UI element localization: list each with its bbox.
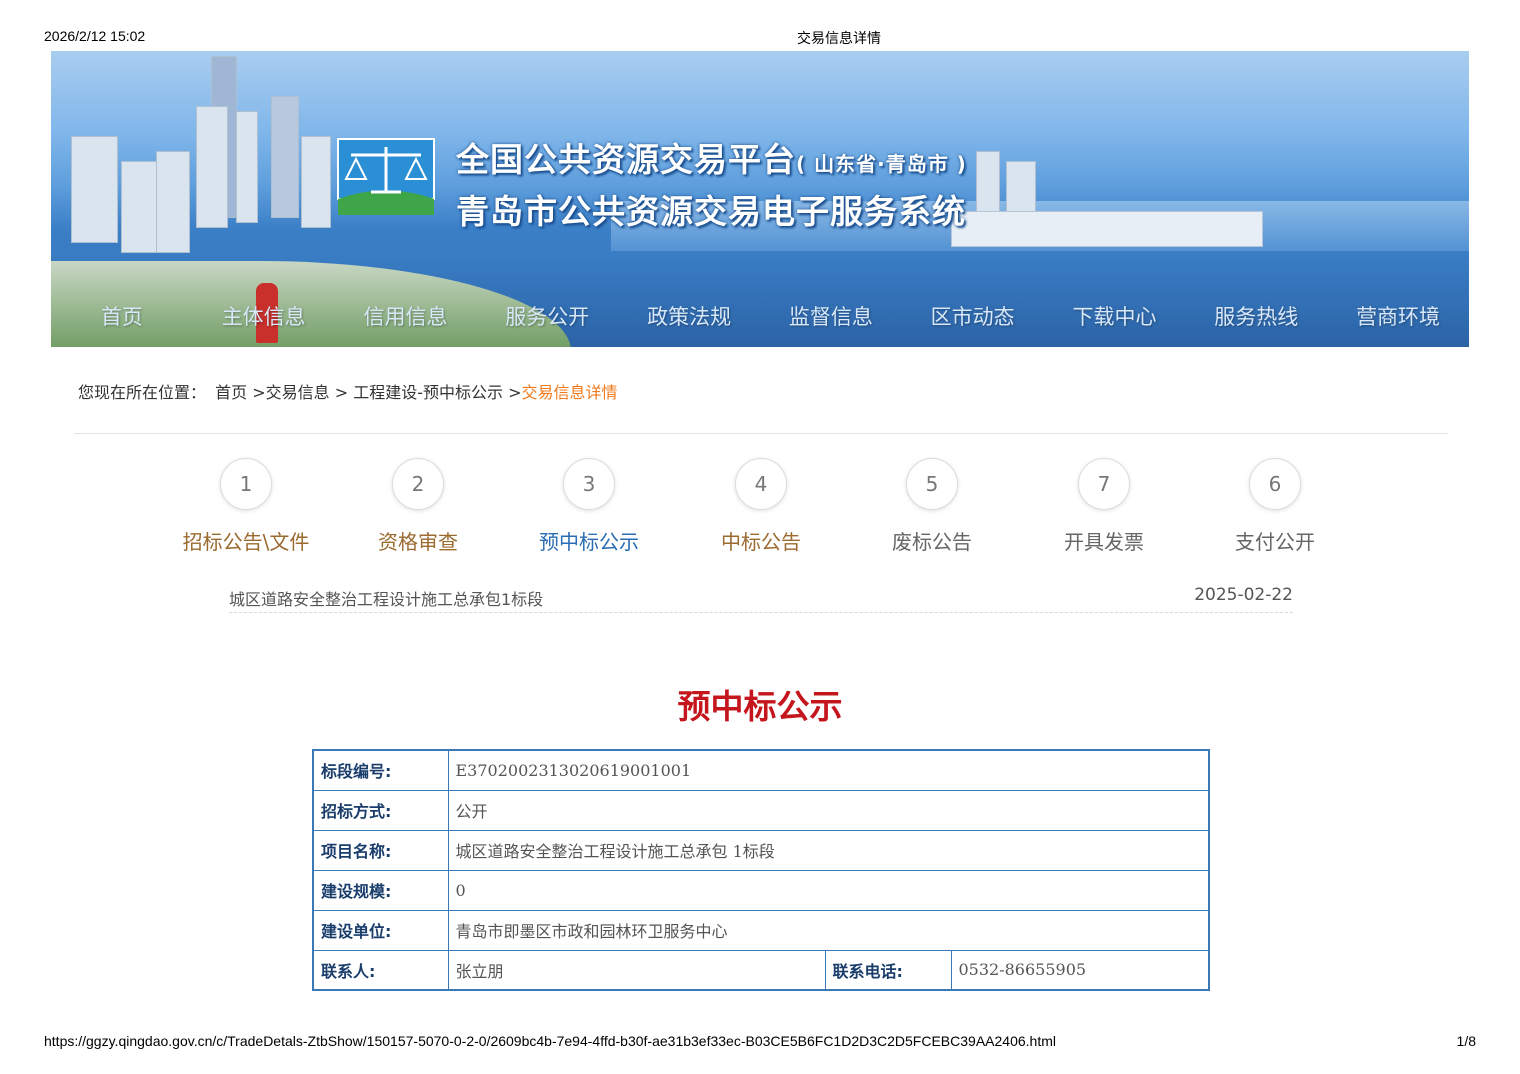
step-label: 废标公告 bbox=[892, 530, 972, 554]
method-label: 招标方式: bbox=[312, 789, 449, 831]
scale-value: 0 bbox=[447, 869, 1210, 911]
nav-entity-info[interactable]: 主体信息 bbox=[193, 297, 335, 337]
print-url: https://ggzy.qingdao.gov.cn/c/TradeDetal… bbox=[44, 1033, 1056, 1049]
step-number: 4 bbox=[735, 458, 787, 510]
step-number: 2 bbox=[392, 458, 444, 510]
nav-download[interactable]: 下载中心 bbox=[1044, 297, 1186, 337]
skyline-building bbox=[301, 136, 331, 228]
step-number: 6 bbox=[1249, 458, 1301, 510]
nav-business-env[interactable]: 营商环境 bbox=[1327, 297, 1469, 337]
contact-label: 联系人: bbox=[312, 949, 449, 991]
breadcrumb-separator: > bbox=[508, 383, 522, 402]
phone-value: 0532-86655905 bbox=[950, 949, 1210, 991]
nav-credit-info[interactable]: 信用信息 bbox=[335, 297, 477, 337]
nav-district-news[interactable]: 区市动态 bbox=[902, 297, 1044, 337]
phone-label: 联系电话: bbox=[824, 949, 952, 991]
banner-title-main: 全国公共资源交易平台 bbox=[456, 140, 796, 179]
nav-hotline[interactable]: 服务热线 bbox=[1185, 297, 1327, 337]
step-invoice[interactable]: 7 开具发票 bbox=[1018, 458, 1190, 555]
breadcrumb-prefix: 您现在所在位置： bbox=[78, 383, 207, 402]
project-value: 城区道路安全整治工程设计施工总承包 1标段 bbox=[447, 829, 1210, 871]
page-heading: 预中标公示 bbox=[677, 687, 843, 726]
table-row: 建设单位: 青岛市即墨区市政和园林环卫服务中心 bbox=[312, 909, 1210, 951]
skyline-building bbox=[1006, 161, 1036, 213]
scales-logo-icon bbox=[337, 138, 435, 215]
step-label: 开具发票 bbox=[1064, 530, 1144, 554]
step-award-notice[interactable]: 4 中标公告 bbox=[675, 458, 847, 555]
step-label: 资格审查 bbox=[378, 530, 458, 554]
print-page-number: 1/8 bbox=[1456, 1033, 1476, 1049]
step-label: 预中标公示 bbox=[539, 530, 639, 554]
table-row: 标段编号: E3702002313020619001001 bbox=[312, 749, 1210, 791]
main-nav: 首页 主体信息 信用信息 服务公开 政策法规 监督信息 区市动态 下载中心 服务… bbox=[51, 297, 1469, 337]
print-header: 2026/2/12 15:02 交易信息详情 bbox=[0, 0, 1520, 50]
step-qualification[interactable]: 2 资格审查 bbox=[332, 458, 504, 555]
banner-subtitle: 青岛市公共资源交易电子服务系统 bbox=[456, 192, 966, 231]
step-payment[interactable]: 6 支付公开 bbox=[1189, 458, 1361, 555]
breadcrumb: 您现在所在位置： 首页 >交易信息 > 工程建设-预中标公示 >交易信息详情 bbox=[78, 379, 618, 403]
breadcrumb-category[interactable]: > 工程建设-预中标公示 bbox=[330, 383, 503, 402]
skyline-building bbox=[121, 161, 159, 253]
step-label: 招标公告\文件 bbox=[182, 530, 310, 554]
skyline-building bbox=[71, 136, 118, 243]
record-project-name: 城区道路安全整治工程设计施工总承包1标段 bbox=[229, 590, 544, 609]
skyline-building bbox=[156, 151, 190, 253]
step-label: 中标公告 bbox=[721, 530, 801, 554]
breadcrumb-divider bbox=[74, 433, 1448, 434]
award-info-table: 标段编号: E3702002313020619001001 招标方式: 公开 项… bbox=[312, 749, 1210, 991]
project-label: 项目名称: bbox=[312, 829, 449, 871]
step-pre-award[interactable]: 3 预中标公示 bbox=[503, 458, 675, 555]
banner-title: 全国公共资源交易平台( 山东省·青岛市 ) bbox=[456, 133, 967, 181]
banner-pier bbox=[951, 211, 1263, 247]
step-label: 支付公开 bbox=[1235, 530, 1315, 554]
step-number: 5 bbox=[906, 458, 958, 510]
unit-value: 青岛市即墨区市政和园林环卫服务中心 bbox=[447, 909, 1210, 951]
process-steps: 1 招标公告\文件 2 资格审查 3 预中标公示 4 中标公告 5 废标公告 7… bbox=[160, 458, 1360, 558]
step-number: 3 bbox=[563, 458, 615, 510]
skyline-building bbox=[236, 111, 258, 223]
section-no-value: E3702002313020619001001 bbox=[447, 749, 1210, 791]
skyline-building bbox=[976, 151, 1000, 213]
table-row: 项目名称: 城区道路安全整治工程设计施工总承包 1标段 bbox=[312, 829, 1210, 871]
breadcrumb-trade-info[interactable]: >交易信息 bbox=[247, 383, 329, 402]
step-number: 1 bbox=[220, 458, 272, 510]
skyline-building bbox=[271, 96, 299, 218]
step-number: 7 bbox=[1078, 458, 1130, 510]
banner-title-region: ( 山东省·青岛市 ) bbox=[796, 152, 967, 176]
section-no-label: 标段编号: bbox=[312, 749, 449, 791]
unit-label: 建设单位: bbox=[312, 909, 449, 951]
contact-value: 张立朋 bbox=[447, 949, 826, 991]
print-doc-title: 交易信息详情 bbox=[797, 30, 881, 46]
breadcrumb-home[interactable]: 首页 bbox=[215, 383, 247, 402]
nav-service-public[interactable]: 服务公开 bbox=[476, 297, 618, 337]
skyline-building bbox=[196, 106, 228, 228]
table-row: 联系人: 张立朋 联系电话: 0532-86655905 bbox=[312, 949, 1210, 991]
breadcrumb-current: 交易信息详情 bbox=[521, 383, 618, 402]
record-date: 2025-02-22 bbox=[1194, 585, 1293, 605]
nav-supervision[interactable]: 监督信息 bbox=[760, 297, 902, 337]
method-value: 公开 bbox=[447, 789, 1210, 831]
site-banner: 全国公共资源交易平台( 山东省·青岛市 ) 青岛市公共资源交易电子服务系统 首页… bbox=[51, 51, 1469, 347]
step-tender-notice[interactable]: 1 招标公告\文件 bbox=[160, 458, 332, 555]
step-void-notice[interactable]: 5 废标公告 bbox=[846, 458, 1018, 555]
table-row: 招标方式: 公开 bbox=[312, 789, 1210, 831]
table-row: 建设规模: 0 bbox=[312, 869, 1210, 911]
nav-home[interactable]: 首页 bbox=[51, 297, 193, 337]
scale-label: 建设规模: bbox=[312, 869, 449, 911]
nav-policy[interactable]: 政策法规 bbox=[618, 297, 760, 337]
record-row: 城区道路安全整治工程设计施工总承包1标段 2025-02-22 bbox=[229, 584, 1293, 613]
